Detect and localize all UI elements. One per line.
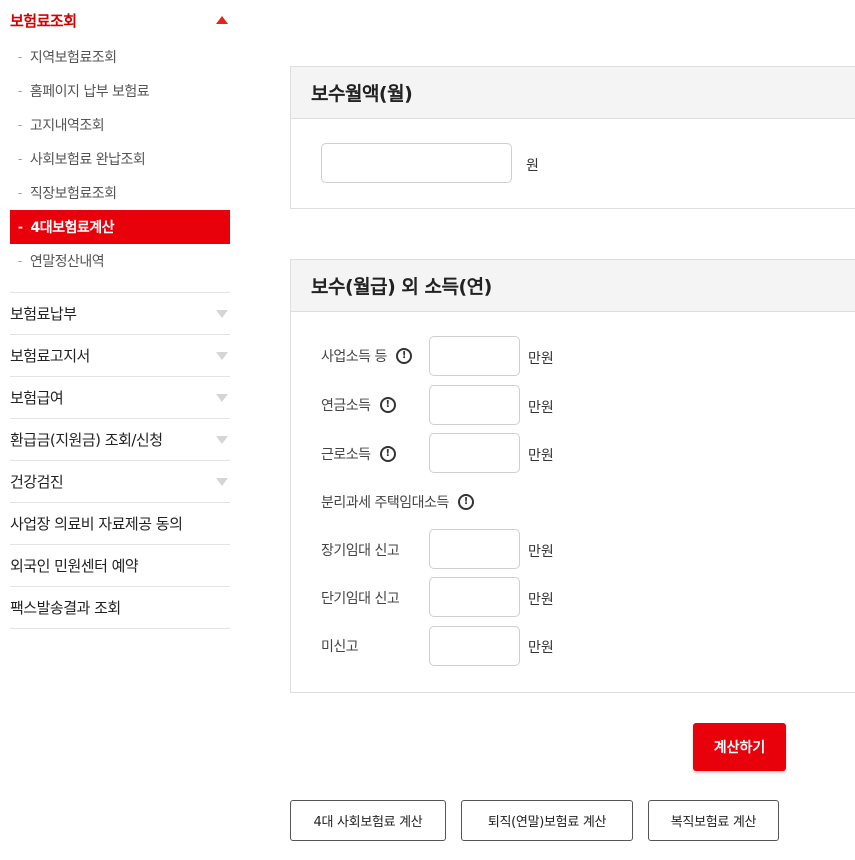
- short-term-rental-label: 단기임대 신고: [321, 591, 400, 607]
- sidebar-subitem-workplace[interactable]: - 직장보험료조회: [10, 176, 230, 210]
- salary-panel-title: 보수월액(월): [291, 67, 855, 119]
- business-income-label: 사업소득 등 !: [321, 346, 412, 366]
- sidebar-header-insurance-inquiry[interactable]: 보험료조회: [10, 0, 230, 40]
- dash-icon: -: [18, 84, 22, 98]
- unreported-rental-input[interactable]: [429, 626, 520, 666]
- other-income-panel-title: 보수(월급) 외 소득(연): [291, 260, 855, 312]
- sidebar-item-health-checkup[interactable]: 건강검진: [10, 461, 230, 503]
- sidebar-item-refund[interactable]: 환급금(지원금) 조회/신청: [10, 419, 230, 461]
- short-term-rental-input[interactable]: [429, 577, 520, 617]
- reinstatement-insurance-calc-button[interactable]: 복직보험료 계산: [648, 800, 779, 841]
- caret-down-icon: [216, 477, 228, 486]
- long-term-rental-unit: 만원: [528, 544, 554, 560]
- pension-income-input[interactable]: [429, 385, 520, 425]
- unreported-rental-unit: 만원: [528, 640, 554, 656]
- sidebar-item-foreigner-reservation[interactable]: 외국인 민원센터 예약: [10, 545, 230, 587]
- caret-down-icon: [216, 309, 228, 318]
- long-term-rental-label: 장기임대 신고: [321, 543, 400, 559]
- sidebar-item-medical-data-consent[interactable]: 사업장 의료비 자료제공 동의: [10, 503, 230, 545]
- monthly-salary-input[interactable]: [321, 143, 512, 183]
- earned-income-input[interactable]: [429, 433, 520, 473]
- salary-panel-body: 원: [291, 119, 855, 209]
- sidebar-item-benefits[interactable]: 보험급여: [10, 377, 230, 419]
- long-term-rental-input[interactable]: [429, 529, 520, 569]
- caret-up-icon: [216, 16, 228, 24]
- sidebar-submenu: - 지역보험료조회 - 홈페이지 납부 보험료 - 고지내역조회 - 사회보험료 완납조…: [10, 40, 230, 293]
- sidebar-nav: 보험료조회 - 지역보험료조회 - 홈페이지 납부 보험료 - 고지내역조회 - 사회보…: [10, 0, 230, 629]
- sidebar-subitem-regional[interactable]: - 지역보험료조회: [10, 40, 230, 74]
- pension-income-label: 연금소득 !: [321, 395, 396, 415]
- info-icon[interactable]: !: [457, 494, 474, 510]
- dash-icon: -: [18, 118, 22, 132]
- dash-icon: -: [18, 254, 22, 268]
- earned-income-label: 근로소득 !: [321, 444, 396, 464]
- other-income-panel-body: 사업소득 등 ! 만원 연금소득 ! 만원 근로소득 ! 만원 분리과세 주택임…: [291, 312, 855, 692]
- sidebar-item-payment[interactable]: 보험료납부: [10, 293, 230, 335]
- salary-unit: 원: [526, 158, 539, 174]
- info-icon[interactable]: !: [379, 446, 396, 462]
- earned-income-unit: 만원: [528, 448, 554, 464]
- dash-icon: -: [18, 152, 22, 166]
- caret-down-icon: [216, 393, 228, 402]
- social-insurance-calc-button[interactable]: 4대 사회보험료 계산: [290, 800, 446, 841]
- sidebar-subitem-full-payment[interactable]: - 사회보험료 완납조회: [10, 142, 230, 176]
- sidebar-item-bill[interactable]: 보험료고지서: [10, 335, 230, 377]
- sidebar-subitem-notice-history[interactable]: - 고지내역조회: [10, 108, 230, 142]
- calculate-button[interactable]: 계산하기: [693, 723, 786, 771]
- dash-icon: -: [18, 50, 22, 64]
- business-income-unit: 만원: [528, 351, 554, 367]
- sidebar-subitem-year-end[interactable]: - 연말정산내역: [10, 244, 230, 278]
- caret-down-icon: [216, 435, 228, 444]
- sidebar-subitem-four-insurance-calc[interactable]: -4대보험료계산: [10, 210, 230, 244]
- rental-income-section-label: 분리과세 주택임대소득 !: [321, 492, 474, 512]
- business-income-input[interactable]: [429, 336, 520, 376]
- info-icon[interactable]: !: [395, 348, 412, 364]
- other-income-panel: 보수(월급) 외 소득(연) 사업소득 등 ! 만원 연금소득 ! 만원 근로소…: [290, 259, 855, 693]
- dash-icon: -: [18, 186, 22, 200]
- sidebar-header-label: 보험료조회: [10, 11, 77, 30]
- pension-income-unit: 만원: [528, 400, 554, 416]
- sidebar-item-fax-result[interactable]: 팩스발송결과 조회: [10, 587, 230, 629]
- unreported-rental-label: 미신고: [321, 639, 359, 655]
- retirement-insurance-calc-button[interactable]: 퇴직(연말)보험료 계산: [461, 800, 633, 841]
- short-term-rental-unit: 만원: [528, 592, 554, 608]
- info-icon[interactable]: !: [379, 397, 396, 413]
- salary-panel: 보수월액(월) 원: [290, 66, 855, 209]
- dash-icon: -: [18, 220, 23, 234]
- sidebar-subitem-homepage-paid[interactable]: - 홈페이지 납부 보험료: [10, 74, 230, 108]
- caret-down-icon: [216, 351, 228, 360]
